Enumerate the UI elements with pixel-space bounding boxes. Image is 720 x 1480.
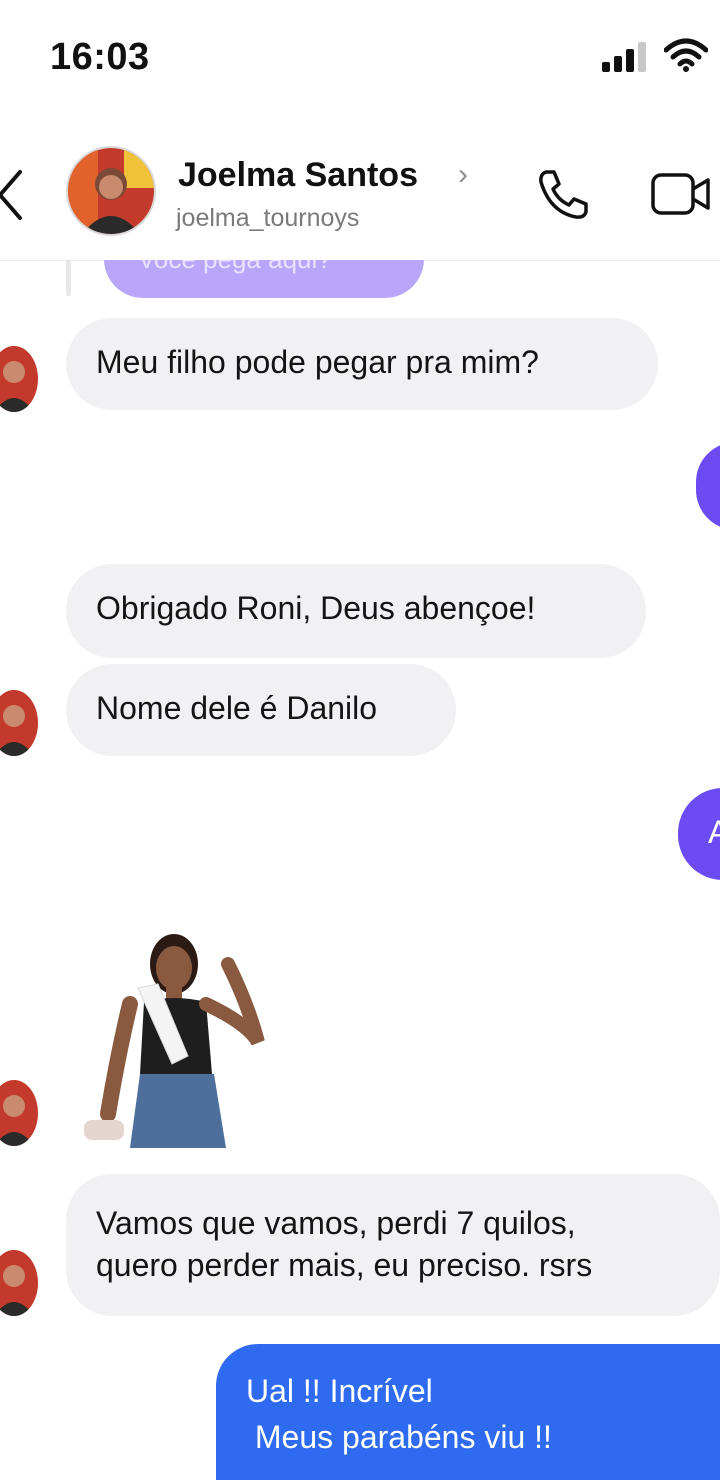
reply-indicator: [66, 260, 71, 296]
incoming-message[interactable]: Vamos que vamos, perdi 7 quilos, quero p…: [66, 1174, 720, 1316]
profile-chevron-icon[interactable]: ›: [458, 158, 468, 192]
sender-avatar[interactable]: [0, 1250, 38, 1316]
message-text: Nome dele é Danilo: [96, 690, 378, 726]
chat-header: Joelma Santos › joelma_tournoys: [0, 130, 720, 261]
contact-username: joelma_tournoys: [176, 204, 360, 232]
status-time: 16:03: [50, 36, 150, 78]
outgoing-message[interactable]: Ual !! Incrível Meus parabéns viu !!: [216, 1344, 720, 1480]
sender-avatar[interactable]: [0, 1080, 38, 1146]
outgoing-message[interactable]: [696, 442, 720, 530]
contact-avatar[interactable]: [66, 146, 156, 236]
message-text-line: Vamos que vamos, perdi 7 quilos,: [96, 1205, 576, 1241]
status-bar: 16:03: [0, 0, 720, 110]
message-text-line: quero perder mais, eu preciso. rsrs: [96, 1247, 593, 1283]
sender-avatar[interactable]: [0, 346, 38, 412]
sender-avatar[interactable]: [0, 690, 38, 756]
message-text-line: Meus parabéns viu !!: [246, 1419, 552, 1455]
wifi-icon: [664, 38, 708, 72]
outgoing-message[interactable]: A: [678, 788, 720, 880]
replied-message-text: Você pega aqui?: [138, 260, 332, 275]
message-text: Obrigado Roni, Deus abençoe!: [96, 590, 536, 626]
message-text: Meu filho pode pegar pra mim?: [96, 344, 539, 380]
back-chevron-icon[interactable]: [0, 168, 26, 222]
video-camera-icon[interactable]: [650, 170, 712, 218]
incoming-message[interactable]: Nome dele é Danilo: [66, 664, 456, 756]
phone-icon[interactable]: [536, 166, 592, 222]
cellular-signal-icon: [602, 42, 646, 72]
contact-name[interactable]: Joelma Santos: [178, 156, 418, 195]
sticker-woman-icon[interactable]: [78, 924, 278, 1148]
message-text-line: Ual !! Incrível: [246, 1373, 433, 1409]
incoming-message[interactable]: Obrigado Roni, Deus abençoe!: [66, 564, 646, 658]
message-text: A: [708, 814, 720, 850]
message-thread[interactable]: Você pega aqui? Meu filho pode pegar pra…: [0, 260, 720, 1480]
incoming-message[interactable]: Meu filho pode pegar pra mim?: [66, 318, 658, 410]
